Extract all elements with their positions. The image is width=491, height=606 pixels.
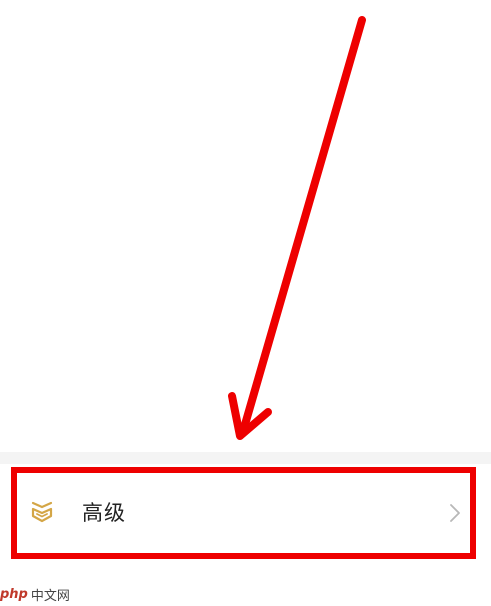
watermark-brand: php (0, 586, 28, 602)
blank-content-area (0, 0, 491, 460)
watermark-site: 中文网 (30, 588, 70, 604)
highlight-box (11, 467, 476, 559)
watermark: php 中文网 (0, 584, 70, 604)
section-divider (0, 452, 491, 464)
